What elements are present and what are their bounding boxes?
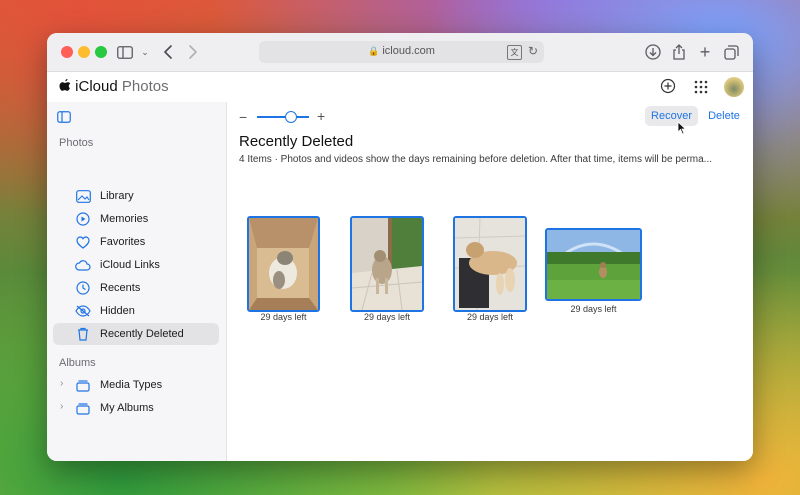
stack-icon bbox=[75, 377, 91, 393]
delete-button[interactable]: Delete bbox=[704, 106, 744, 126]
back-button[interactable] bbox=[158, 42, 178, 62]
sidebar-item-my-albums[interactable]: › My Albums bbox=[53, 397, 219, 419]
photo-tile[interactable] bbox=[453, 216, 527, 312]
reload-icon[interactable]: ↻ bbox=[528, 44, 538, 58]
sidebar-item-hidden[interactable]: Hidden bbox=[53, 300, 219, 322]
chevron-right-icon[interactable]: › bbox=[60, 401, 63, 412]
sidebar-toggle-icon[interactable] bbox=[115, 42, 135, 62]
tab-overview-icon[interactable] bbox=[721, 42, 741, 62]
app-grid-icon[interactable] bbox=[694, 80, 708, 99]
page-subtitle: 4 Items · Photos and videos show the day… bbox=[239, 154, 713, 165]
forward-button[interactable] bbox=[183, 42, 203, 62]
memories-icon bbox=[75, 211, 91, 227]
sidebar-item-icloud-links[interactable]: iCloud Links bbox=[53, 254, 219, 276]
translate-icon[interactable]: 文 bbox=[507, 45, 522, 60]
cat-in-box-photo bbox=[249, 218, 318, 310]
sidebar-item-memories[interactable]: Memories bbox=[53, 208, 219, 230]
zoom-out-icon[interactable]: − bbox=[239, 109, 247, 125]
app-title[interactable]: iCloud Photos bbox=[59, 78, 169, 95]
library-icon bbox=[75, 188, 91, 204]
photo-tile[interactable] bbox=[545, 228, 642, 301]
add-icon[interactable] bbox=[660, 78, 676, 99]
browser-window: ⌄ 🔒 icloud.com 文 ↻ + iCloud Photos Photo… bbox=[47, 33, 753, 461]
address-bar[interactable]: 🔒 icloud.com 文 ↻ bbox=[259, 41, 544, 63]
cat-in-field-photo bbox=[547, 230, 640, 299]
browser-toolbar: ⌄ 🔒 icloud.com 文 ↻ + bbox=[47, 33, 753, 72]
close-window-button[interactable] bbox=[61, 46, 73, 58]
trash-icon bbox=[75, 326, 91, 342]
sidebar: Photos Library Memories Favorites iCloud… bbox=[47, 102, 227, 461]
zoom-slider[interactable] bbox=[257, 116, 309, 118]
download-icon[interactable] bbox=[643, 42, 663, 62]
sidebar-item-media-types[interactable]: › Media Types bbox=[53, 374, 219, 396]
clock-icon bbox=[75, 280, 91, 296]
sidebar-collapse-icon[interactable] bbox=[57, 110, 71, 128]
sidebar-item-recently-deleted[interactable]: Recently Deleted bbox=[53, 323, 219, 345]
share-icon[interactable] bbox=[669, 42, 689, 62]
zoom-window-button[interactable] bbox=[95, 46, 107, 58]
url-text: 🔒 icloud.com bbox=[368, 45, 435, 57]
lock-icon: 🔒 bbox=[368, 46, 380, 56]
sidebar-item-favorites[interactable]: Favorites bbox=[53, 231, 219, 253]
main-content: − + Recover Delete Recently Deleted 4 It… bbox=[227, 102, 753, 461]
stack-icon bbox=[75, 400, 91, 416]
minimize-window-button[interactable] bbox=[78, 46, 90, 58]
mouse-cursor-icon bbox=[677, 121, 687, 140]
page-title: Recently Deleted bbox=[239, 133, 354, 150]
photos-section-title: Photos bbox=[59, 137, 94, 149]
chevron-down-icon[interactable]: ⌄ bbox=[135, 42, 155, 62]
sidebar-item-library[interactable]: Library bbox=[53, 185, 219, 207]
new-tab-icon[interactable]: + bbox=[695, 42, 715, 62]
cat-on-box-photo bbox=[455, 218, 525, 310]
avatar[interactable] bbox=[724, 77, 744, 97]
chevron-right-icon[interactable]: › bbox=[60, 378, 63, 389]
cloud-link-icon bbox=[75, 257, 91, 273]
recover-button[interactable]: Recover bbox=[645, 106, 698, 126]
albums-section-title: Albums bbox=[59, 357, 96, 369]
cat-on-floor-photo bbox=[352, 218, 422, 310]
photo-tile[interactable] bbox=[247, 216, 320, 312]
photo-tile[interactable] bbox=[350, 216, 424, 312]
app-header: iCloud Photos bbox=[47, 72, 753, 103]
days-left-label: 29 days left bbox=[570, 304, 617, 314]
days-left-label: 29 days left bbox=[466, 312, 514, 322]
zoom-in-icon[interactable]: + bbox=[317, 108, 325, 124]
days-left-label: 29 days left bbox=[363, 312, 411, 322]
apple-logo-icon bbox=[59, 78, 75, 95]
heart-icon bbox=[75, 234, 91, 250]
days-left-label: 29 days left bbox=[260, 312, 307, 322]
sidebar-item-recents[interactable]: Recents bbox=[53, 277, 219, 299]
zoom-slider-knob[interactable] bbox=[285, 111, 297, 123]
eye-slash-icon bbox=[75, 303, 91, 319]
